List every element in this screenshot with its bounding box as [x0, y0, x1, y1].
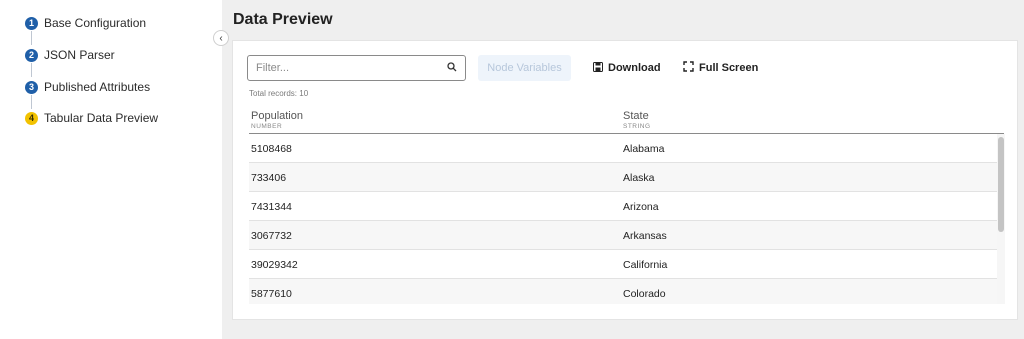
- filter-field[interactable]: [247, 55, 466, 81]
- step-connector: [31, 95, 32, 109]
- step-label: JSON Parser: [44, 48, 115, 62]
- search-icon[interactable]: [447, 61, 457, 75]
- node-variables-button[interactable]: Node Variables: [478, 55, 571, 81]
- cell-population: 5108468: [251, 143, 292, 155]
- cell-population: 733406: [251, 172, 287, 184]
- table-row[interactable]: 5108468 Alabama: [249, 134, 997, 163]
- step-connector: [31, 63, 32, 77]
- table-row[interactable]: 5877610 Colorado: [249, 279, 997, 304]
- step-label: Base Configuration: [44, 16, 147, 30]
- cell-population: 5877610: [251, 288, 292, 300]
- step-tabular-data-preview[interactable]: 4 Tabular Data Preview: [25, 108, 158, 128]
- save-icon: [593, 61, 603, 75]
- cell-state: Alaska: [623, 172, 655, 184]
- total-records: Total records: 10: [249, 89, 309, 98]
- cell-state: Alabama: [623, 143, 665, 155]
- fullscreen-label: Full Screen: [699, 62, 759, 74]
- collapse-sidebar-button[interactable]: ‹: [213, 30, 229, 46]
- step-json-parser[interactable]: 2 JSON Parser: [25, 45, 115, 65]
- download-button[interactable]: Download: [593, 55, 661, 81]
- node-variables-label: Node Variables: [487, 62, 562, 74]
- cell-state: Arkansas: [623, 230, 667, 242]
- step-number: 3: [25, 80, 38, 94]
- step-number: 1: [25, 16, 38, 30]
- step-number: 2: [25, 48, 38, 62]
- column-name: State: [623, 110, 649, 122]
- column-type: STRING: [623, 123, 651, 130]
- table-body[interactable]: 5108468 Alabama 733406 Alaska 7431344 Ar…: [249, 134, 997, 304]
- full-screen-button[interactable]: Full Screen: [683, 55, 758, 81]
- column-name: Population: [251, 110, 303, 122]
- step-number: 4: [25, 111, 38, 125]
- data-preview-card: Node Variables Download Full Screen Tota…: [232, 40, 1018, 320]
- chevron-left-icon: ‹: [219, 32, 223, 44]
- step-label: Tabular Data Preview: [44, 111, 159, 125]
- table-scrollbar[interactable]: [997, 134, 1005, 304]
- page-title: Data Preview: [233, 11, 333, 28]
- download-label: Download: [608, 62, 661, 74]
- fullscreen-icon: [683, 61, 694, 75]
- table-row[interactable]: 7431344 Arizona: [249, 192, 997, 221]
- table-header: Population NUMBER State STRING: [249, 108, 1004, 134]
- column-header-population[interactable]: Population NUMBER: [251, 110, 303, 130]
- column-header-state[interactable]: State STRING: [623, 110, 651, 130]
- cell-state: California: [623, 259, 668, 271]
- cell-state: Colorado: [623, 288, 666, 300]
- main-panel: Data Preview Node Variables Download Ful…: [222, 0, 1024, 339]
- step-label: Published Attributes: [44, 80, 151, 94]
- table-row[interactable]: 3067732 Arkansas: [249, 221, 997, 250]
- cell-population: 39029342: [251, 259, 298, 271]
- cell-population: 3067732: [251, 230, 292, 242]
- column-type: NUMBER: [251, 123, 283, 130]
- step-connector: [31, 31, 32, 45]
- filter-input[interactable]: [256, 62, 447, 74]
- table-row[interactable]: 39029342 California: [249, 250, 997, 279]
- steps-sidebar: 1 Base Configuration 2 JSON Parser 3 Pub…: [0, 0, 222, 339]
- cell-state: Arizona: [623, 201, 659, 213]
- scrollbar-thumb[interactable]: [998, 137, 1004, 232]
- cell-population: 7431344: [251, 201, 292, 213]
- step-published-attributes[interactable]: 3 Published Attributes: [25, 77, 150, 97]
- step-base-configuration[interactable]: 1 Base Configuration: [25, 13, 146, 33]
- table-row[interactable]: 733406 Alaska: [249, 163, 997, 192]
